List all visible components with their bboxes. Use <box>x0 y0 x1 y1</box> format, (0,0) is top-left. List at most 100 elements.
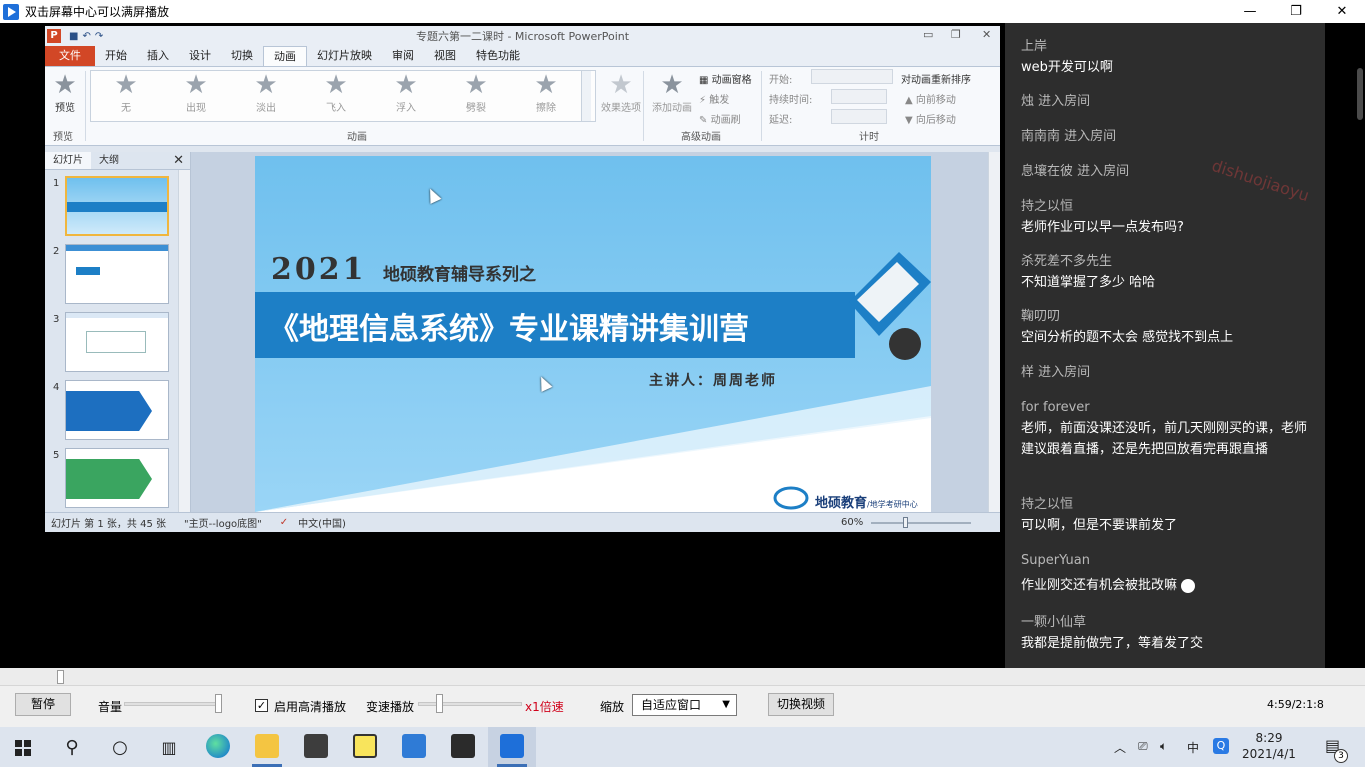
search-icon[interactable]: ⚲ <box>59 735 85 759</box>
undo-icon: ↶ <box>82 30 95 42</box>
video-area[interactable]: P ■↶↷ 专题六第一二课时 - Microsoft PowerPoint ▭ … <box>0 23 1005 668</box>
brand-subtitle: /地学考研中心 <box>867 500 918 509</box>
painter-icon: ✎ <box>699 115 708 126</box>
tab-slideshow: 幻灯片放映 <box>317 49 372 62</box>
thumbnail-arrow <box>66 391 152 431</box>
current-slide: 2021 地硕教育辅导系列之 《地理信息系统》专业课精讲集训营 主讲人：周周老师 <box>255 156 931 512</box>
volume-slider-knob[interactable] <box>215 694 222 713</box>
speed-slider-knob[interactable] <box>436 694 443 713</box>
delay-spinner <box>831 109 887 124</box>
thumbnail-image <box>65 448 169 508</box>
qq-tray-icon[interactable]: Q <box>1213 738 1229 754</box>
maximize-button[interactable]: ❐ <box>1273 0 1319 23</box>
chat-user: 一颗小仙草 <box>1021 615 1087 630</box>
zoom-label: 缩放 <box>600 700 625 714</box>
duration-spinner <box>831 89 887 104</box>
trigger-label: 触发 <box>709 95 730 106</box>
seek-handle[interactable] <box>57 670 64 684</box>
thumbnail-number: 1 <box>53 178 60 189</box>
calendar-icon[interactable] <box>402 734 426 758</box>
minimize-button[interactable]: — <box>1227 0 1273 23</box>
reorder-label: 对动画重新排序 <box>901 75 971 86</box>
preview-group-label: 预览 <box>53 132 73 143</box>
network-icon[interactable]: ⎚ <box>1138 739 1148 754</box>
ime-indicator[interactable]: 中 <box>1187 739 1199 756</box>
slide-lecturer: 主讲人：周周老师 <box>649 373 777 389</box>
add-animation-icon: ★ <box>660 70 684 100</box>
gallery-label: 擦除 <box>536 103 556 114</box>
video-player-icon[interactable] <box>500 734 524 758</box>
chat-message: 持之以恒 可以啊，但是不要课前发了 <box>1021 495 1311 536</box>
chat-message: 上岸 web开发可以啊 <box>1021 37 1311 78</box>
move-later-label: 向后移动 <box>915 115 956 126</box>
add-animation-label: 添加动画 <box>652 103 692 114</box>
windows-start-icon[interactable] <box>15 740 31 756</box>
ppt-close-icon: ✕ <box>982 28 992 41</box>
chat-scrollbar-thumb[interactable] <box>1357 68 1363 120</box>
hd-checkbox[interactable]: ✓ <box>255 699 268 712</box>
store-icon[interactable] <box>304 734 328 758</box>
animation-group-label: 动画 <box>347 132 367 143</box>
start-dropdown <box>811 69 893 84</box>
chat-user: 上岸 <box>1021 39 1048 54</box>
none-star-icon: ★ <box>114 70 138 100</box>
thumbnail-band <box>67 202 167 212</box>
fly-in-star-icon: ★ <box>324 70 348 100</box>
gallery-label: 无 <box>121 103 131 114</box>
gallery-item-fly-in: ★ 飞入 <box>301 71 371 121</box>
brand-name: 地硕教育 <box>815 496 868 511</box>
thumbnail-number: 4 <box>53 382 60 393</box>
thumbnail-block <box>76 267 100 275</box>
animation-gallery: ★ 无 ★ 出现 ★ 淡出 ★ 飞入 ★ 浮入 ★ 劈裂 ★ 擦除 <box>90 70 596 122</box>
chat-text: 我都是提前做完了，等着发了交 <box>1021 636 1204 651</box>
fade-star-icon: ★ <box>254 70 278 100</box>
player-title-bar: 双击屏幕中心可以满屏播放 — ❐ ✕ <box>0 0 1365 23</box>
spellcheck-icon: ✓ <box>279 517 289 528</box>
animation-painter-label: 动画刷 <box>710 115 741 126</box>
pause-button[interactable]: 暂停 <box>15 693 71 716</box>
chat-text: 作业刚交还有机会被批改嘛 <box>1021 575 1311 596</box>
slide-thumbnail: 3 <box>45 310 179 374</box>
camera-icon[interactable] <box>451 734 475 758</box>
gallery-scrollbar <box>581 71 591 121</box>
brand-logo-icon <box>773 486 809 510</box>
thumbnail-number: 2 <box>53 246 60 257</box>
task-view-icon[interactable]: ▥ <box>156 735 182 759</box>
chevron-down-icon: ▼ <box>722 699 730 710</box>
sticky-notes-icon[interactable] <box>353 734 377 758</box>
close-button[interactable]: ✕ <box>1319 0 1365 23</box>
chat-message: 烛 进入房间 <box>1021 92 1311 112</box>
taskbar-clock[interactable]: 8:29 2021/4/1 <box>1236 730 1302 762</box>
chat-message: 持之以恒 老师作业可以早一点发布吗? <box>1021 197 1311 238</box>
gallery-item-split: ★ 劈裂 <box>441 71 511 121</box>
zoom-select[interactable]: 自适应窗口 ▼ <box>632 694 737 716</box>
player-window-title: 双击屏幕中心可以满屏播放 <box>25 5 170 19</box>
chat-text: 不知道掌握了多少 哈哈 <box>1021 275 1156 290</box>
logo-ring <box>773 486 809 510</box>
edge-browser-icon[interactable] <box>206 734 230 758</box>
tray-chevron-up-icon[interactable]: ︿ <box>1114 739 1126 756</box>
file-explorer-icon[interactable] <box>255 734 279 758</box>
speed-slider-track[interactable] <box>418 702 522 706</box>
cortana-icon[interactable]: ○ <box>107 735 133 759</box>
tab-insert: 插入 <box>147 49 169 62</box>
ppt-title-bar: P ■↶↷ 专题六第一二课时 - Microsoft PowerPoint ▭ … <box>45 26 1000 46</box>
animation-pane-button: ▦ 动画窗格 <box>699 71 752 86</box>
ppt-ribbon-tabs: 文件 开始 插入 设计 切换 动画 幻灯片放映 审阅 视图 特色功能 <box>45 46 1000 66</box>
seek-bar[interactable] <box>0 668 1365 686</box>
switch-video-button[interactable]: 切换视频 <box>768 693 834 716</box>
chat-message: 一颗小仙草 我都是提前做完了，等着发了交 <box>1021 613 1311 654</box>
chat-text: 空间分析的题不太会 感觉找不到点上 <box>1021 330 1234 345</box>
slide-panel-tabs: 幻灯片 大纲 ✕ <box>45 152 190 170</box>
delay-label: 延迟: <box>769 115 793 126</box>
thumbnail-scrollbar <box>178 170 190 512</box>
powerpoint-window: P ■↶↷ 专题六第一二课时 - Microsoft PowerPoint ▭ … <box>45 26 1000 532</box>
volume-icon[interactable]: 🔈︎ <box>1160 739 1167 754</box>
add-animation-button: ★ 添加动画 <box>649 71 695 114</box>
volume-slider-track[interactable] <box>124 702 222 706</box>
playback-time: 4:59/2:1:8 <box>1267 698 1324 711</box>
thumbnail-header <box>66 313 168 318</box>
gallery-label: 浮入 <box>396 103 416 114</box>
slide-canvas: 2021 地硕教育辅导系列之 《地理信息系统》专业课精讲集训营 主讲人：周周老师 <box>191 152 1000 512</box>
chat-message: SuperYuan 作业刚交还有机会被批改嘛 <box>1021 551 1311 596</box>
